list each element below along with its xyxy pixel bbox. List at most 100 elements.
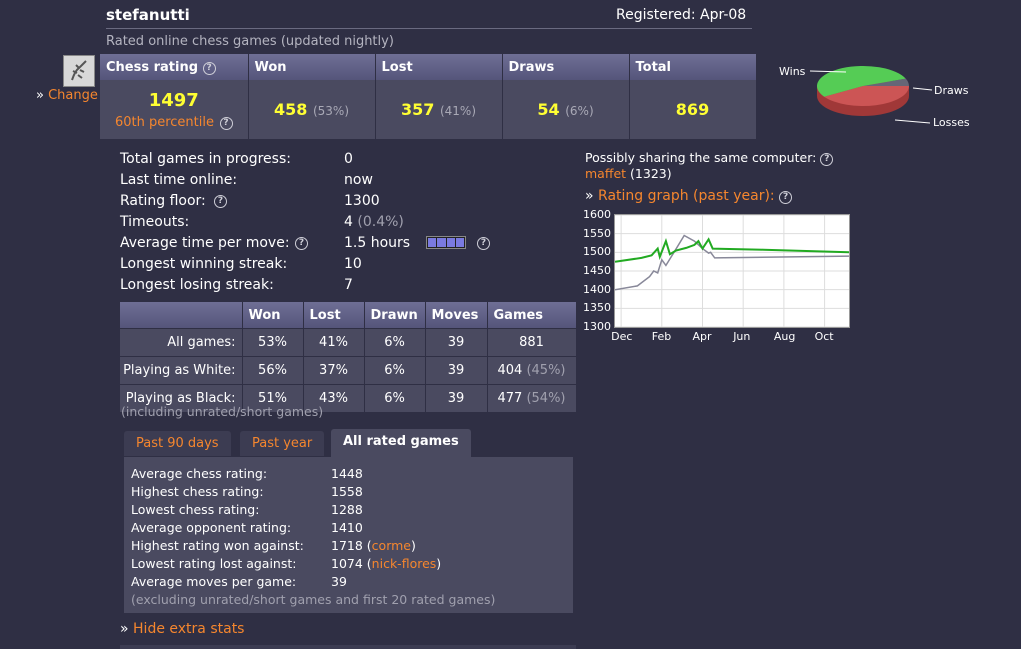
graph-y-tick: 1500 [583, 245, 611, 259]
opponent-link[interactable]: nick-flores [372, 556, 437, 571]
raquo-icon: » [36, 88, 44, 103]
stats-table: Chess rating ? Won Lost Draws Total 1497… [100, 54, 757, 139]
tab-panel-value-text: 39 [331, 574, 347, 589]
tab-panel-label: Highest rating won against: [131, 538, 304, 553]
shared-user-rating: (1323) [630, 166, 672, 181]
bottom-divider [120, 645, 576, 649]
draws-percent: (6%) [565, 104, 594, 118]
username: stefanutti [106, 6, 190, 24]
opponent-link[interactable]: corme [372, 538, 411, 553]
tab-panel-value-text: 1074 [331, 556, 363, 571]
breakdown-cell-lost: 41% [303, 328, 365, 357]
breakdown-cell-moves: 39 [425, 384, 488, 412]
draws-value: 54 [537, 100, 560, 119]
info-value: 10 [344, 256, 362, 272]
tab-panel-value-text: 1410 [331, 520, 363, 535]
tab-panel-value: 1074 (nick-flores) [331, 556, 442, 571]
info-value-extra: (0.4%) [357, 214, 404, 230]
tab-panel-label: Highest chess rating: [131, 484, 264, 499]
tab-past-90-days[interactable]: Past 90 days [124, 431, 231, 456]
breakdown-header: Games [487, 302, 577, 329]
tab-all-rated-games[interactable]: All rated games [331, 429, 471, 457]
breakdown-cell-moves: 39 [425, 356, 488, 385]
breakdown-note: (including unrated/short games) [121, 404, 324, 419]
draws-cell: 54 (6%) [502, 80, 630, 139]
results-pie-chart: Wins Draws Losses [779, 65, 970, 129]
raquo-icon: » [585, 188, 594, 204]
breakdown-header: Lost [303, 302, 365, 329]
info-label: Last time online: [120, 172, 238, 188]
won-percent: (53%) [312, 104, 350, 118]
hide-extra-stats-label[interactable]: Hide extra stats [133, 621, 244, 637]
games-percent: (54%) [526, 391, 566, 406]
avatar[interactable] [63, 55, 95, 87]
help-icon[interactable]: ? [779, 191, 793, 204]
info-label: Longest losing streak: [120, 277, 274, 293]
help-icon[interactable]: ? [202, 61, 216, 75]
change-avatar-link[interactable]: » Change [36, 88, 98, 103]
info-value: 1300 [344, 193, 380, 209]
info-value: 4 (0.4%) [344, 214, 404, 230]
stats-header-total: Total [629, 54, 757, 80]
pie-leader-draws [912, 87, 933, 91]
stats-header-lost: Lost [375, 54, 503, 80]
breakdown-cell-drawn: 6% [364, 328, 426, 357]
rating-value: 1497 [148, 89, 199, 111]
total-cell: 869 [629, 80, 757, 139]
table-row: Playing as White: 56% 37% 6% 39 404 (45%) [120, 356, 577, 385]
help-icon[interactable]: ? [477, 237, 490, 250]
graph-series-line [614, 234, 850, 291]
tab-panel-value: 39 [331, 574, 347, 589]
breakdown-cell-games: 477 (54%) [487, 384, 577, 412]
change-label[interactable]: Change [48, 88, 98, 103]
tab-panel-note: (excluding unrated/short games and first… [131, 592, 496, 607]
help-icon[interactable]: ? [219, 116, 233, 130]
graph-y-tick: 1400 [583, 282, 611, 296]
rating-graph-svg [614, 214, 850, 328]
info-value-text: 10 [344, 256, 362, 272]
graph-x-tick: Dec [611, 330, 633, 343]
tab-panel-value: 1558 [331, 484, 363, 499]
shared-user-link[interactable]: maffet [585, 166, 626, 181]
games-percent: (45%) [526, 363, 566, 378]
tab-panel-value: 1718 (corme) [331, 538, 416, 553]
graph-x-tick: Apr [692, 330, 712, 343]
breakdown-cell-won: 56% [242, 356, 304, 385]
info-value-text: 0 [344, 151, 353, 167]
breakdown-cell-games: 881 [487, 328, 577, 357]
tab-panel-value: 1288 [331, 502, 363, 517]
breakdown-cell-won: 53% [242, 328, 304, 357]
stats-header-rating: Chess rating ? [100, 54, 249, 80]
info-label: Longest winning streak: [120, 256, 288, 272]
pie-label-draws: Draws [934, 84, 969, 97]
hide-extra-stats-link[interactable]: » Hide extra stats [120, 621, 244, 637]
tab-panel-label: Lowest rating lost against: [131, 556, 297, 571]
tab-past-year[interactable]: Past year [240, 431, 325, 456]
help-icon[interactable]: ? [820, 153, 834, 166]
info-label: Total games in progress: [120, 151, 291, 167]
help-icon[interactable]: ? [295, 237, 308, 250]
rating-graph-link[interactable]: » Rating graph (past year): ? [585, 188, 793, 204]
pie-label-losses: Losses [933, 116, 970, 129]
sharing-info: Possibly sharing the same computer: ? ma… [585, 150, 834, 181]
rating-graph-label[interactable]: Rating graph (past year): [598, 188, 775, 204]
info-value: 0 [344, 151, 353, 167]
breakdown-row-label: Playing as White: [120, 356, 243, 385]
breakdown-cell-games: 404 (45%) [487, 356, 577, 385]
help-icon[interactable]: ? [214, 195, 227, 208]
graph-y-tick: 1450 [583, 264, 611, 277]
pie-label-wins: Wins [779, 65, 806, 78]
raquo-icon: » [120, 621, 129, 637]
graph-y-tick: 1300 [583, 320, 611, 333]
lost-percent: (41%) [439, 104, 477, 118]
tab-panel-label: Average opponent rating: [131, 520, 292, 535]
graph-y-tick: 1550 [583, 226, 611, 240]
graph-x-tick: Jun [733, 330, 751, 343]
sharing-label: Possibly sharing the same computer: [585, 150, 817, 165]
games-count: 477 [497, 391, 523, 406]
lost-value: 357 [400, 100, 435, 119]
total-value: 869 [675, 100, 710, 119]
info-value: 1.5 hours [344, 235, 410, 251]
breakdown-cell-drawn: 6% [364, 356, 426, 385]
info-value: now [344, 172, 373, 188]
